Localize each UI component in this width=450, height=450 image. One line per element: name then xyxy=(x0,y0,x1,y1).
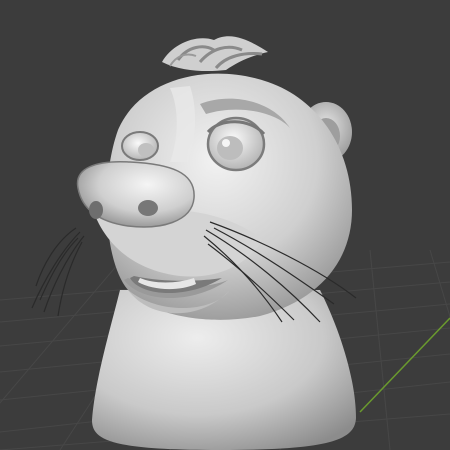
model-eye-left[interactable] xyxy=(121,131,159,161)
model-hair-tuft[interactable] xyxy=(162,36,268,72)
viewport-canvas[interactable] xyxy=(0,0,450,450)
model-whiskers-left xyxy=(31,227,85,317)
model-eye-right[interactable] xyxy=(206,116,266,172)
3d-viewport[interactable] xyxy=(0,0,450,450)
model-nose[interactable] xyxy=(76,160,195,228)
